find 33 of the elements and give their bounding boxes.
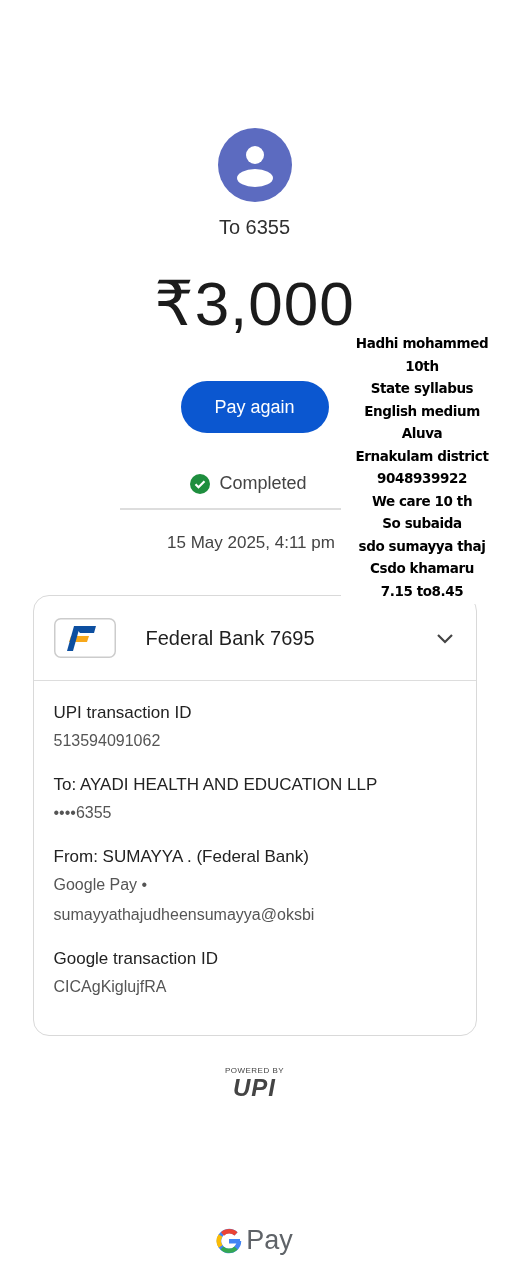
detail-value: 513594091062: [53, 731, 162, 751]
note-line: Csdo khamaru: [370, 559, 474, 578]
amount: ₹3,000: [154, 269, 355, 339]
detail-value: Google Pay •: [53, 875, 149, 895]
powered-by-caption: POWERED BY: [224, 1066, 285, 1075]
contact-avatar-icon: [217, 128, 292, 202]
note-line: Hadhi mohammed: [355, 334, 489, 353]
detail-label: Google transaction ID: [53, 949, 219, 969]
payee-label: To 6355: [218, 216, 291, 239]
note-line: So subaida: [382, 514, 462, 533]
transaction-date: 15 May 2025, 4:11 pm: [167, 533, 335, 553]
detail-label: From: SUMAYYA . (Federal Bank): [53, 847, 310, 867]
detail-value: sumayyathajudheensumayya@oksbi: [53, 905, 316, 925]
note-line: 9048939922: [377, 469, 467, 488]
note-line: English medium: [364, 401, 480, 421]
bank-account-name: Federal Bank 7695: [145, 626, 316, 650]
note-line: We care 10 th: [371, 491, 473, 511]
bank-logo-icon: [53, 618, 116, 658]
note-line: Aluva: [401, 424, 443, 443]
detail-label: To: AYADI HEALTH AND EDUCATION LLP: [53, 775, 379, 795]
note-line: 7.15 to8.45: [380, 581, 464, 601]
detail-label: UPI transaction ID: [53, 703, 193, 723]
detail-value: CICAgKiglujfRA: [53, 977, 168, 997]
detail-value: ••••6355: [53, 803, 113, 823]
brand-wordmark: Pay: [246, 1225, 293, 1256]
pay-again-button[interactable]: Pay again: [180, 381, 329, 433]
note-line: sdo sumayya thaj: [358, 536, 486, 556]
note-line: 10th: [405, 356, 439, 376]
g-logo-icon: [216, 1227, 243, 1254]
status-text: Completed: [219, 473, 307, 494]
note-line: State syllabus: [370, 379, 474, 398]
note-line: Ernakulam district: [355, 446, 489, 466]
upi-logo: UPI: [233, 1075, 276, 1101]
